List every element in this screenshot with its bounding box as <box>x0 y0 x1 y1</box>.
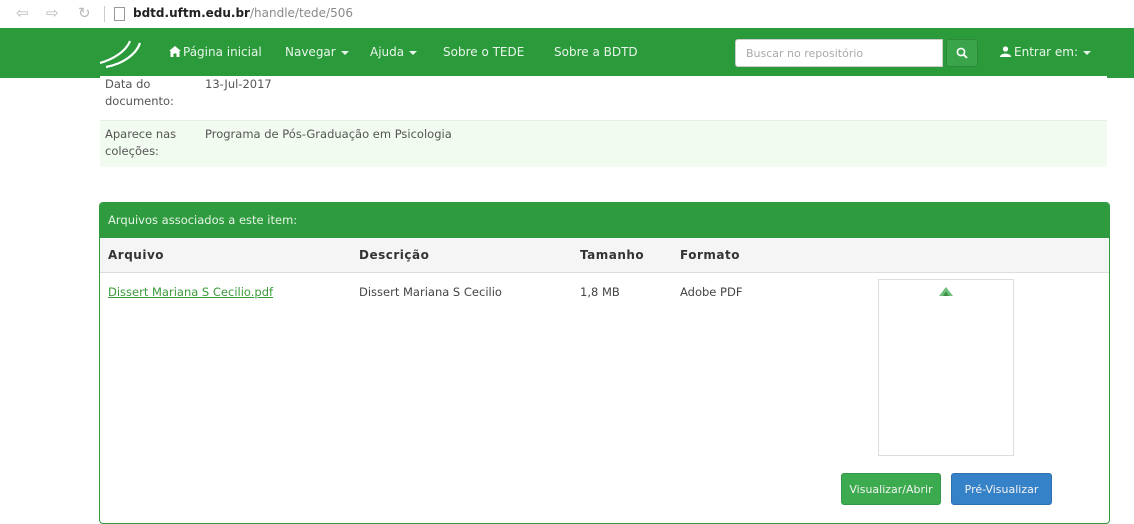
file-thumbnail[interactable] <box>878 279 1014 456</box>
nav-about-tede[interactable]: Sobre o TEDE <box>443 45 524 59</box>
file-size: 1,8 MB <box>580 285 620 299</box>
url-host: bdtd.uftm.edu.br <box>133 6 250 20</box>
files-panel-heading: Arquivos associados a este item: <box>100 203 1109 238</box>
address-bar[interactable]: bdtd.uftm.edu.br/handle/tede/506 <box>133 6 353 20</box>
file-format: Adobe PDF <box>680 285 743 299</box>
nav-home-label: Página inicial <box>183 45 262 59</box>
nav-help[interactable]: Ajuda <box>370 45 418 59</box>
forward-icon[interactable]: ⇨ <box>46 4 59 22</box>
column-header: Descrição <box>359 248 430 262</box>
search-input[interactable] <box>735 39 943 67</box>
metadata-value: 13-Jul-2017 <box>205 77 272 91</box>
open-file-button[interactable]: Visualizar/Abrir <box>841 473 941 505</box>
column-header: Formato <box>680 248 740 262</box>
chevron-down-icon <box>340 50 349 55</box>
nav-about-bdtd[interactable]: Sobre a BDTD <box>554 45 638 59</box>
browser-toolbar: ⇦ ⇨ ↻ bdtd.uftm.edu.br/handle/tede/506 <box>0 0 1134 29</box>
metadata-label: Aparece nas coleções: <box>105 127 177 158</box>
column-header: Arquivo <box>108 248 165 262</box>
nav-browse[interactable]: Navegar <box>285 45 349 59</box>
metadata-value: Programa de Pós-Graduação em Psicologia <box>205 127 452 141</box>
site-logo[interactable] <box>96 37 146 69</box>
column-header: Tamanho <box>580 248 645 262</box>
metadata-row-date: Data do documento: 13-Jul-2017 <box>100 76 1107 116</box>
nav-help-label: Ajuda <box>370 45 405 59</box>
search-icon <box>956 47 968 59</box>
files-table-header: Arquivo Descrição Tamanho Formato <box>100 238 1109 273</box>
file-description: Dissert Mariana S Cecilio <box>359 285 502 299</box>
chevron-down-icon <box>1083 50 1092 55</box>
user-icon <box>1000 46 1011 57</box>
thumbnail-placeholder-icon <box>939 287 953 296</box>
chevron-down-icon <box>409 50 418 55</box>
metadata-label: Data do documento: <box>105 77 174 108</box>
home-icon <box>169 46 181 57</box>
site-navbar: Página inicial Navegar Ajuda Sobre o TED… <box>0 28 1134 78</box>
back-icon[interactable]: ⇦ <box>16 4 29 22</box>
page-icon <box>114 7 125 21</box>
nav-browse-label: Navegar <box>285 45 336 59</box>
metadata-row-collections: Aparece nas coleções: Programa de Pós-Gr… <box>100 120 1107 167</box>
file-link[interactable]: Dissert Mariana S Cecilio.pdf <box>108 285 273 299</box>
url-path: /handle/tede/506 <box>249 6 353 20</box>
reload-icon[interactable]: ↻ <box>78 4 91 22</box>
search-button[interactable] <box>946 39 978 67</box>
preview-file-button[interactable]: Pré-Visualizar <box>951 473 1052 505</box>
files-panel: Arquivos associados a este item: Arquivo… <box>99 202 1110 524</box>
login-label: Entrar em: <box>1014 45 1079 59</box>
toolbar-divider <box>104 6 105 22</box>
nav-home[interactable]: Página inicial <box>169 45 262 59</box>
login-menu[interactable]: Entrar em: <box>1000 45 1092 59</box>
